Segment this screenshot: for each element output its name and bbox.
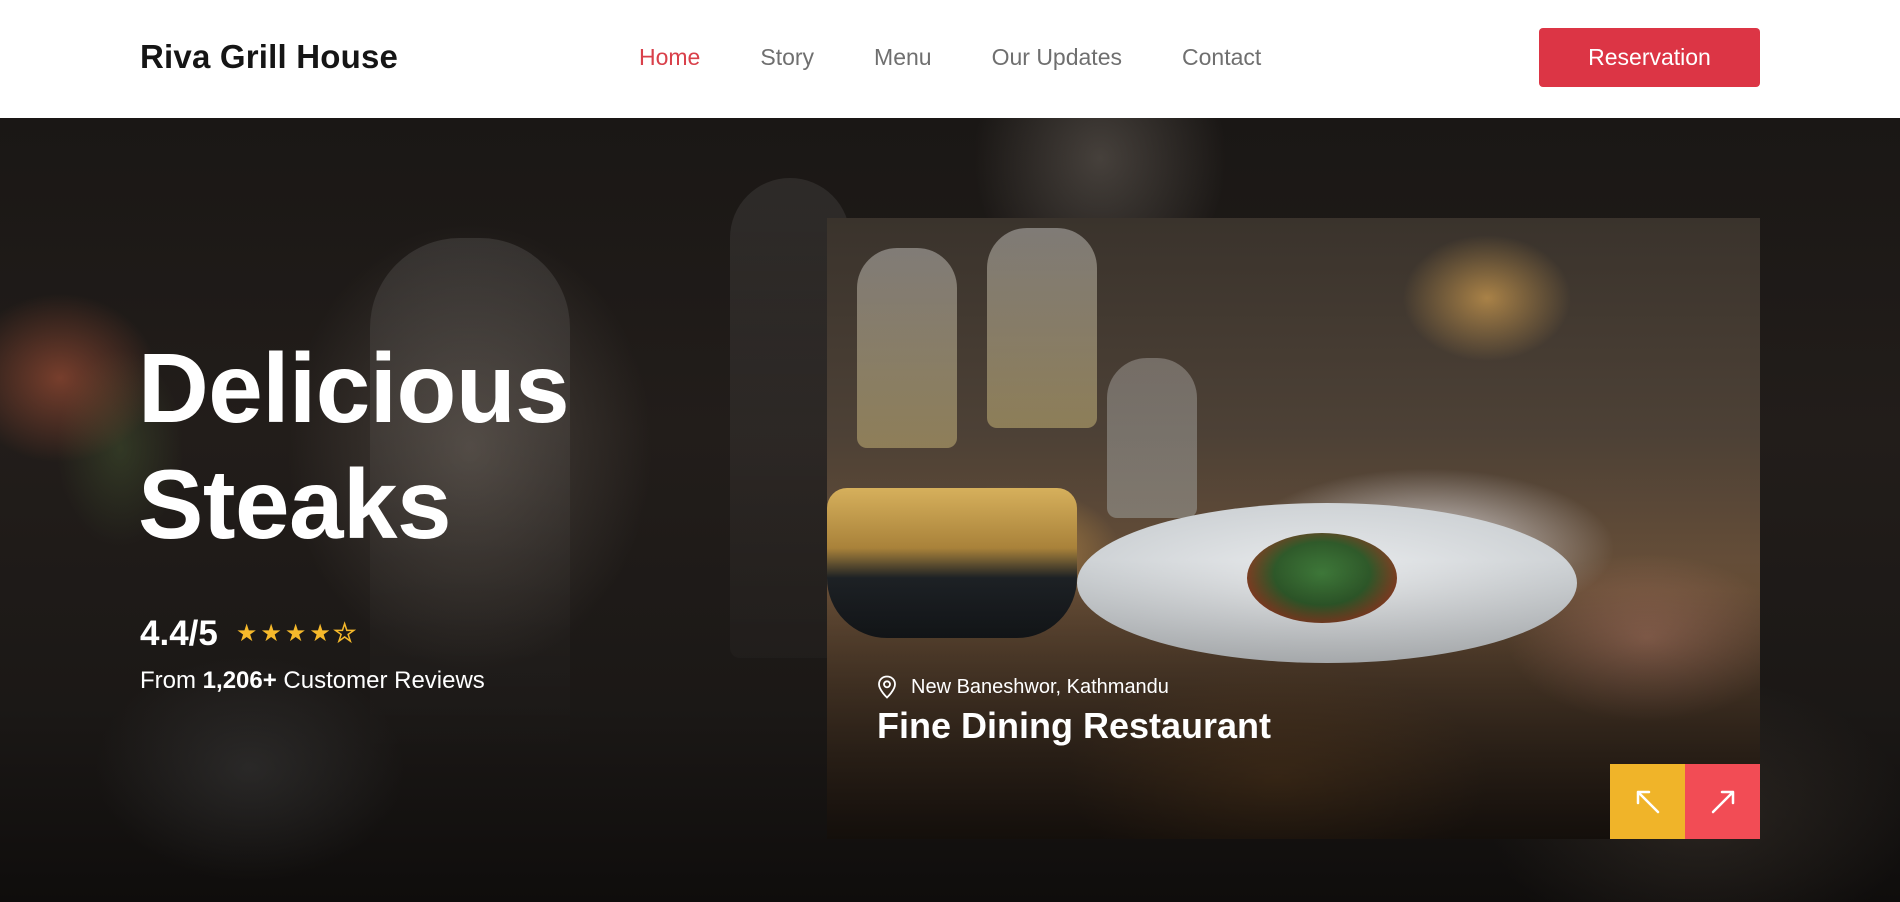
- hero-section: Delicious Steaks 4.4/5 ★ ★ ★ ★ ★ From 1,…: [0, 118, 1900, 902]
- previous-slide-button[interactable]: [1610, 764, 1685, 839]
- star-filled-icon: ★: [235, 620, 258, 647]
- nav-link-menu[interactable]: Menu: [874, 42, 932, 72]
- rating-row: 4.4/5 ★ ★ ★ ★ ★: [140, 614, 356, 654]
- card-title: Fine Dining Restaurant: [877, 705, 1272, 746]
- star-rating: ★ ★ ★ ★ ★: [235, 620, 356, 647]
- brand-logo-text[interactable]: Riva Grill House: [140, 38, 398, 76]
- nav-link-story[interactable]: Story: [760, 42, 814, 72]
- card-location: New Baneshwor, Kathmandu: [877, 675, 1169, 699]
- arrow-up-left-icon: [1636, 790, 1659, 813]
- nav-link-our-updates[interactable]: Our Updates: [992, 42, 1122, 72]
- arrow-up-right-icon: [1711, 790, 1734, 813]
- feature-card[interactable]: New Baneshwor, Kathmandu Fine Dining Res…: [827, 218, 1760, 839]
- site-header: Riva Grill House Home Story Menu Our Upd…: [0, 0, 1900, 118]
- star-filled-icon: ★: [309, 620, 331, 647]
- reviews-suffix: Customer Reviews: [283, 667, 485, 694]
- star-empty-icon: ★: [333, 620, 356, 647]
- hero-title-line: Delicious: [138, 333, 570, 443]
- main-nav: Home Story Menu Our Updates Contact: [639, 42, 1321, 72]
- star-filled-icon: ★: [260, 620, 282, 647]
- card-location-text: New Baneshwor, Kathmandu: [911, 675, 1169, 698]
- map-pin-icon: [878, 675, 896, 699]
- hero-title: Delicious Steaks: [138, 330, 570, 562]
- reservation-button[interactable]: Reservation: [1539, 28, 1760, 87]
- next-slide-button[interactable]: [1685, 764, 1760, 839]
- hero-title-line: Steaks: [138, 449, 452, 559]
- reviews-count: 1,206+: [202, 667, 277, 694]
- rating-value: 4.4/5: [140, 614, 218, 653]
- reviews-prefix: From: [140, 667, 196, 694]
- nav-link-home[interactable]: Home: [639, 42, 700, 72]
- nav-link-contact[interactable]: Contact: [1182, 42, 1261, 72]
- reviews-summary: From 1,206+ Customer Reviews: [140, 667, 485, 695]
- star-filled-icon: ★: [284, 620, 307, 647]
